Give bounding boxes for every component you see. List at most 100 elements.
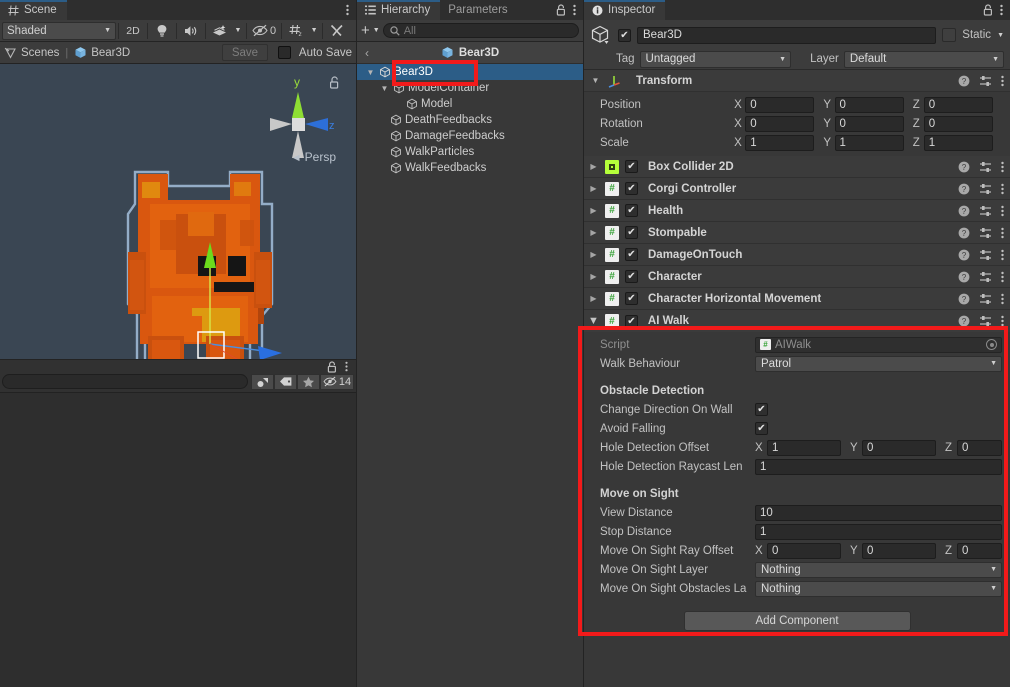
scene-lighting-button[interactable] bbox=[150, 22, 174, 40]
scene-audio-button[interactable] bbox=[179, 22, 203, 40]
component-row-character[interactable]: ▶ # ✔ Character ? bbox=[584, 266, 1010, 288]
hole-offset-y-input[interactable]: 0 bbox=[862, 439, 936, 456]
component-enabled-checkbox[interactable]: ✔ bbox=[625, 204, 638, 217]
preset-icon[interactable] bbox=[979, 75, 992, 87]
ray-offset-y-input[interactable]: 0 bbox=[862, 542, 936, 559]
component-enabled-checkbox[interactable]: ✔ bbox=[625, 248, 638, 261]
grid-snap-dropdown[interactable]: ▼ bbox=[308, 22, 320, 40]
add-component-button[interactable]: Add Component bbox=[683, 611, 911, 631]
foldout-closed-icon[interactable]: ▶ bbox=[588, 294, 599, 303]
scale-x-input[interactable]: 1 bbox=[745, 134, 815, 151]
static-checkbox[interactable] bbox=[942, 28, 957, 42]
component-enabled-checkbox[interactable]: ✔ bbox=[625, 160, 638, 173]
preset-icon[interactable] bbox=[979, 205, 992, 217]
projection-mode-label[interactable]: ◄ Persp bbox=[291, 150, 336, 164]
chevron-down-icon[interactable]: ▼ bbox=[373, 27, 380, 34]
kebab-menu-icon[interactable] bbox=[1001, 293, 1004, 305]
gizmo-lock-icon[interactable] bbox=[329, 76, 340, 89]
filter-by-label-button[interactable] bbox=[274, 373, 297, 390]
kebab-menu-icon[interactable] bbox=[1001, 183, 1004, 195]
preset-icon[interactable] bbox=[979, 249, 992, 261]
scenes-label[interactable]: Scenes bbox=[21, 47, 59, 59]
tab-parameters[interactable]: Parameters bbox=[440, 0, 518, 20]
move-tool-gizmo[interactable] bbox=[160, 234, 300, 359]
preset-icon[interactable] bbox=[979, 161, 992, 173]
component-enabled-checkbox[interactable]: ✔ bbox=[625, 292, 638, 305]
breadcrumb-label[interactable]: Bear3D bbox=[459, 47, 499, 59]
shading-mode-dropdown[interactable]: Shaded ▼ bbox=[2, 21, 116, 40]
grid-snapping-button[interactable]: z bbox=[284, 22, 308, 40]
foldout-open-icon[interactable]: ▼ bbox=[590, 76, 601, 85]
component-row-damageontouch[interactable]: ▶ # ✔ DamageOnTouch ? bbox=[584, 244, 1010, 266]
toggle-2d-button[interactable]: 2D bbox=[121, 22, 145, 40]
avoid-falling-checkbox[interactable]: ✔ bbox=[755, 422, 768, 435]
position-z-input[interactable]: 0 bbox=[923, 96, 993, 113]
scene-visibility-button[interactable]: 0 bbox=[249, 22, 279, 40]
component-enabled-checkbox[interactable]: ✔ bbox=[624, 314, 638, 328]
tag-dropdown[interactable]: Untagged ▼ bbox=[639, 50, 792, 68]
scene-viewport[interactable]: y z ◄ Persp bbox=[0, 64, 356, 359]
kebab-menu-icon[interactable] bbox=[1001, 315, 1004, 327]
layer-dropdown[interactable]: Default ▼ bbox=[843, 50, 1004, 68]
kebab-menu-icon[interactable] bbox=[1001, 271, 1004, 283]
help-icon[interactable]: ? bbox=[958, 75, 970, 87]
foldout-closed-icon[interactable]: ▶ bbox=[588, 228, 599, 237]
hierarchy-item-deathfeedbacks[interactable]: DeathFeedbacks bbox=[357, 112, 583, 128]
object-picker-icon[interactable] bbox=[986, 339, 997, 350]
component-row-character-horizontal-movement[interactable]: ▶ # ✔ Character Horizontal Movement ? bbox=[584, 288, 1010, 310]
script-object-field[interactable]: # AIWalk bbox=[755, 336, 1002, 353]
gameobject-name-input[interactable]: Bear3D bbox=[637, 26, 937, 44]
preset-icon[interactable] bbox=[979, 293, 992, 305]
foldout-closed-icon[interactable]: ▶ bbox=[588, 272, 599, 281]
foldout-open-icon[interactable]: ▼ bbox=[365, 68, 376, 77]
component-row-corgi-controller[interactable]: ▶ # ✔ Corgi Controller ? bbox=[584, 178, 1010, 200]
lock-icon[interactable] bbox=[983, 4, 993, 16]
hole-raycast-input[interactable]: 1 bbox=[755, 458, 1002, 475]
foldout-closed-icon[interactable]: ▶ bbox=[588, 206, 599, 215]
current-scene-name[interactable]: Bear3D bbox=[91, 47, 130, 59]
kebab-menu-icon[interactable] bbox=[345, 361, 348, 372]
stop-distance-input[interactable]: 1 bbox=[755, 523, 1002, 540]
scene-search-input[interactable] bbox=[2, 374, 248, 389]
foldout-closed-icon[interactable]: ▶ bbox=[588, 162, 599, 171]
chevron-down-icon[interactable]: ▼ bbox=[997, 32, 1004, 39]
scene-fx-button[interactable] bbox=[208, 22, 232, 40]
help-icon[interactable]: ? bbox=[958, 227, 970, 239]
hierarchy-search-input[interactable]: All bbox=[382, 23, 579, 38]
tab-hierarchy[interactable]: Hierarchy bbox=[357, 0, 441, 20]
view-distance-input[interactable]: 10 bbox=[755, 504, 1002, 521]
auto-save-checkbox[interactable] bbox=[277, 46, 291, 59]
rotation-y-input[interactable]: 0 bbox=[834, 115, 904, 132]
help-icon[interactable]: ? bbox=[958, 293, 970, 305]
hole-offset-z-input[interactable]: 0 bbox=[957, 439, 1002, 456]
kebab-menu-icon[interactable] bbox=[1001, 249, 1004, 261]
hole-offset-x-input[interactable]: 1 bbox=[767, 439, 841, 456]
hierarchy-item-walkparticles[interactable]: WalkParticles bbox=[357, 144, 583, 160]
add-gameobject-button[interactable]: + bbox=[361, 23, 370, 38]
help-icon[interactable]: ? bbox=[958, 161, 970, 173]
change-direction-checkbox[interactable]: ✔ bbox=[755, 403, 768, 416]
lock-icon[interactable] bbox=[327, 360, 337, 373]
help-icon[interactable]: ? bbox=[958, 205, 970, 217]
filter-by-type-button[interactable] bbox=[251, 373, 274, 390]
hierarchy-item-bear3d[interactable]: ▼ Bear3D bbox=[357, 64, 583, 80]
position-y-input[interactable]: 0 bbox=[834, 96, 904, 113]
ray-offset-z-input[interactable]: 0 bbox=[957, 542, 1002, 559]
sight-obstacles-dropdown[interactable]: Nothing ▼ bbox=[755, 580, 1002, 597]
hierarchy-item-damagefeedbacks[interactable]: DamageFeedbacks bbox=[357, 128, 583, 144]
scene-tools-button[interactable] bbox=[325, 22, 349, 40]
position-x-input[interactable]: 0 bbox=[745, 96, 815, 113]
kebab-menu-icon[interactable] bbox=[1001, 205, 1004, 217]
rotation-z-input[interactable]: 0 bbox=[923, 115, 993, 132]
ai-walk-header[interactable]: ▼ # ✔ AI Walk ? bbox=[584, 310, 1010, 332]
preset-icon[interactable] bbox=[979, 271, 992, 283]
help-icon[interactable]: ? bbox=[958, 315, 970, 327]
gameobject-enabled-checkbox[interactable]: ✔ bbox=[618, 28, 631, 42]
save-scene-button[interactable]: Save bbox=[221, 44, 268, 61]
component-row-health[interactable]: ▶ # ✔ Health ? bbox=[584, 200, 1010, 222]
component-enabled-checkbox[interactable]: ✔ bbox=[625, 226, 638, 239]
preset-icon[interactable] bbox=[979, 227, 992, 239]
foldout-closed-icon[interactable]: ▶ bbox=[588, 250, 599, 259]
favorites-button[interactable] bbox=[297, 373, 320, 390]
component-row-stompable[interactable]: ▶ # ✔ Stompable ? bbox=[584, 222, 1010, 244]
